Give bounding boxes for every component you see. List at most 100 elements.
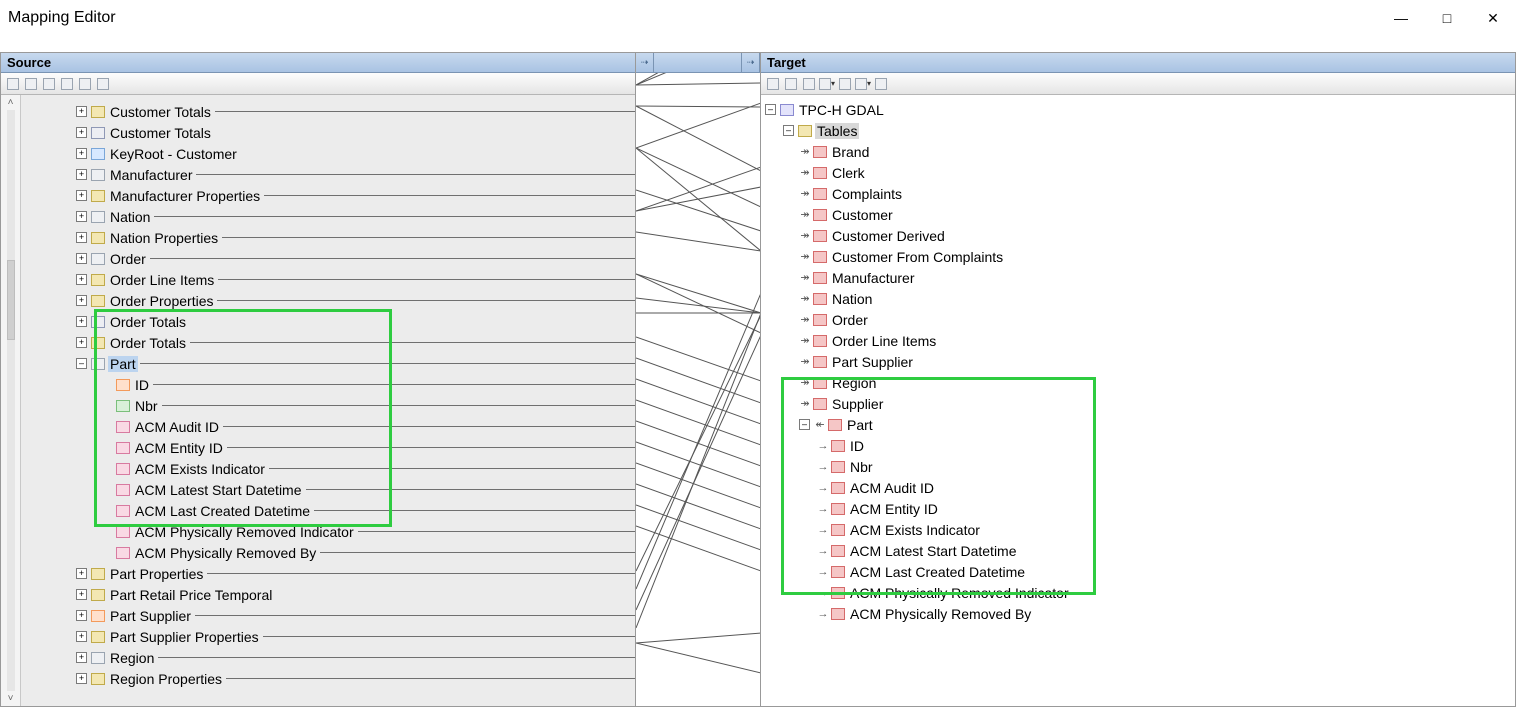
- target-tree-item[interactable]: →ACM Latest Start Datetime: [765, 540, 1515, 561]
- source-tree-item[interactable]: ACM Exists Indicator: [21, 458, 635, 479]
- toolbar-button-tt2[interactable]: [783, 76, 799, 92]
- expand-toggle-icon[interactable]: +: [76, 169, 87, 180]
- window-maximize-button[interactable]: □: [1424, 0, 1470, 36]
- target-root-node[interactable]: –TPC-H GDAL: [765, 99, 1515, 120]
- expand-toggle-icon[interactable]: +: [76, 652, 87, 663]
- source-tree-item[interactable]: +Order Properties: [21, 290, 635, 311]
- source-tree-item[interactable]: +Order: [21, 248, 635, 269]
- source-tree-item[interactable]: +Part Supplier: [21, 605, 635, 626]
- source-tree-item[interactable]: +Order Totals: [21, 332, 635, 353]
- source-tree-item[interactable]: +Order Line Items: [21, 269, 635, 290]
- expand-toggle-icon[interactable]: +: [76, 190, 87, 201]
- toolbar-button-tt3[interactable]: [801, 76, 817, 92]
- source-tree-item[interactable]: ACM Latest Start Datetime: [21, 479, 635, 500]
- target-tree-item[interactable]: ↠Part Supplier: [765, 351, 1515, 372]
- target-tree-item[interactable]: →ACM Entity ID: [765, 498, 1515, 519]
- expand-toggle-icon[interactable]: +: [76, 274, 87, 285]
- target-tree-item[interactable]: –↞Part: [765, 414, 1515, 435]
- source-tree-item[interactable]: –Part: [21, 353, 635, 374]
- target-tables-node[interactable]: –Tables: [765, 120, 1515, 141]
- source-tree-item[interactable]: ACM Entity ID: [21, 437, 635, 458]
- source-tree-item[interactable]: +Customer Totals: [21, 122, 635, 143]
- target-tree-item[interactable]: ↠Supplier: [765, 393, 1515, 414]
- expand-toggle-icon[interactable]: +: [76, 127, 87, 138]
- expand-toggle-icon[interactable]: –: [783, 125, 794, 136]
- source-tree-item[interactable]: +Manufacturer: [21, 164, 635, 185]
- toolbar-button-tb5[interactable]: [77, 76, 93, 92]
- tree-node-label: Customer From Complaints: [830, 249, 1005, 265]
- target-tree-item[interactable]: ↠Order Line Items: [765, 330, 1515, 351]
- target-tree-item[interactable]: →ACM Last Created Datetime: [765, 561, 1515, 582]
- expand-toggle-icon[interactable]: +: [76, 568, 87, 579]
- toolbar-button-tt1[interactable]: [765, 76, 781, 92]
- target-tree-item[interactable]: ↠Complaints: [765, 183, 1515, 204]
- source-tree-item[interactable]: +Part Supplier Properties: [21, 626, 635, 647]
- target-tree-item[interactable]: →ID: [765, 435, 1515, 456]
- expand-toggle-icon[interactable]: +: [76, 148, 87, 159]
- target-tree-item[interactable]: ↠Customer Derived: [765, 225, 1515, 246]
- source-tree-item[interactable]: ACM Audit ID: [21, 416, 635, 437]
- source-scrollbar[interactable]: ˄ ˅: [1, 95, 21, 706]
- toolbar-button-tt5[interactable]: [837, 76, 853, 92]
- target-tree-item[interactable]: ↠Clerk: [765, 162, 1515, 183]
- scroll-up-icon[interactable]: ˄: [8, 97, 14, 108]
- source-tree-item[interactable]: ACM Physically Removed Indicator: [21, 521, 635, 542]
- source-tree-item[interactable]: +Manufacturer Properties: [21, 185, 635, 206]
- source-tree-item[interactable]: ID: [21, 374, 635, 395]
- toolbar-button-tb2[interactable]: [23, 76, 39, 92]
- toolbar-button-tt4[interactable]: ▾: [819, 76, 835, 92]
- source-tree-item[interactable]: +KeyRoot - Customer: [21, 143, 635, 164]
- scroll-down-icon[interactable]: ˅: [8, 693, 14, 704]
- expand-toggle-icon[interactable]: +: [76, 589, 87, 600]
- expand-toggle-icon[interactable]: +: [76, 337, 87, 348]
- target-tree-item[interactable]: →ACM Physically Removed Indicator: [765, 582, 1515, 603]
- target-tree-item[interactable]: →ACM Physically Removed By: [765, 603, 1515, 624]
- scroll-thumb[interactable]: [7, 260, 15, 340]
- source-tree-item[interactable]: +Region Properties: [21, 668, 635, 689]
- target-tree-item[interactable]: ↠Nation: [765, 288, 1515, 309]
- target-tree-item[interactable]: ↠Brand: [765, 141, 1515, 162]
- source-tree-item[interactable]: ACM Last Created Datetime: [21, 500, 635, 521]
- target-tree-item[interactable]: ↠Order: [765, 309, 1515, 330]
- toolbar-button-tb1[interactable]: [5, 76, 21, 92]
- mapping-panel: ⇢ ⇢: [636, 53, 761, 706]
- expand-toggle-icon[interactable]: +: [76, 610, 87, 621]
- source-tree-item[interactable]: +Part Retail Price Temporal: [21, 584, 635, 605]
- target-tree-item[interactable]: →ACM Exists Indicator: [765, 519, 1515, 540]
- source-tree-item[interactable]: +Part Properties: [21, 563, 635, 584]
- target-tree-item[interactable]: ↠Customer: [765, 204, 1515, 225]
- source-tree-item[interactable]: Nbr: [21, 395, 635, 416]
- mapping-arrow-left-icon[interactable]: ⇢: [636, 53, 654, 73]
- mapping-arrow-right-icon[interactable]: ⇢: [742, 53, 760, 73]
- expand-toggle-icon[interactable]: +: [76, 316, 87, 327]
- expand-toggle-icon[interactable]: –: [765, 104, 776, 115]
- toolbar-button-tb6[interactable]: [95, 76, 111, 92]
- expand-toggle-icon[interactable]: +: [76, 232, 87, 243]
- expand-toggle-icon[interactable]: +: [76, 253, 87, 264]
- window-minimize-button[interactable]: —: [1378, 0, 1424, 36]
- target-tree-item[interactable]: ↠Manufacturer: [765, 267, 1515, 288]
- expand-toggle-icon[interactable]: +: [76, 295, 87, 306]
- target-tree-item[interactable]: →ACM Audit ID: [765, 477, 1515, 498]
- toolbar-button-tb3[interactable]: [41, 76, 57, 92]
- toolbar-button-tt6[interactable]: ▾: [855, 76, 871, 92]
- toolbar-button-tt7[interactable]: [873, 76, 889, 92]
- source-tree-item[interactable]: +Nation: [21, 206, 635, 227]
- expand-toggle-icon[interactable]: +: [76, 211, 87, 222]
- toolbar-button-tb4[interactable]: [59, 76, 75, 92]
- source-tree-item[interactable]: +Customer Totals: [21, 101, 635, 122]
- source-tree-item[interactable]: +Nation Properties: [21, 227, 635, 248]
- window-close-button[interactable]: ✕: [1470, 0, 1516, 36]
- expand-toggle-icon[interactable]: +: [76, 673, 87, 684]
- expand-toggle-icon[interactable]: +: [76, 106, 87, 117]
- target-tree-item[interactable]: ↠Customer From Complaints: [765, 246, 1515, 267]
- target-tree-item[interactable]: →Nbr: [765, 456, 1515, 477]
- expand-toggle-icon[interactable]: +: [76, 631, 87, 642]
- source-tree-item[interactable]: +Order Totals: [21, 311, 635, 332]
- expand-toggle-icon[interactable]: –: [799, 419, 810, 430]
- target-tree-item[interactable]: ↠Region: [765, 372, 1515, 393]
- source-tree-item[interactable]: +Region: [21, 647, 635, 668]
- source-tree-item[interactable]: ACM Physically Removed By: [21, 542, 635, 563]
- scroll-track[interactable]: [7, 110, 15, 691]
- expand-toggle-icon[interactable]: –: [76, 358, 87, 369]
